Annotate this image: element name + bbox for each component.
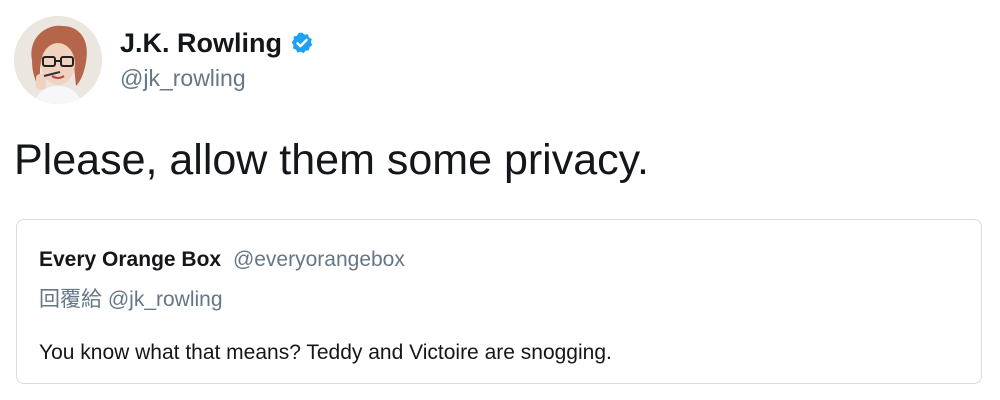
verified-badge-icon [290, 31, 314, 55]
tweet-card: J.K. Rowling @jk_rowling Please, allow t… [0, 0, 1000, 400]
reply-prefix: 回覆給 [39, 288, 102, 311]
quoted-tweet[interactable]: Every Orange Box @everyorangebox 回覆給 @jk… [16, 219, 982, 384]
author-display-name[interactable]: J.K. Rowling [120, 26, 282, 60]
author-names: J.K. Rowling @jk_rowling [120, 26, 314, 92]
author-name-row[interactable]: J.K. Rowling [120, 26, 314, 60]
reply-to-handle[interactable]: @jk_rowling [108, 288, 223, 311]
quoted-author-handle: @everyorangebox [232, 248, 405, 271]
profile-photo-icon [14, 16, 102, 104]
quoted-tweet-text: You know what that means? Teddy and Vict… [39, 341, 612, 364]
tweet-text: Please, allow them some privacy. [14, 136, 649, 184]
author-handle[interactable]: @jk_rowling [120, 64, 314, 92]
quoted-author-name: Every Orange Box [39, 248, 222, 271]
tweet-header: J.K. Rowling @jk_rowling [14, 16, 314, 106]
reply-context: 回覆給 @jk_rowling [39, 287, 223, 313]
author-avatar[interactable] [14, 16, 102, 104]
quoted-tweet-header: Every Orange Box @everyorangebox [39, 247, 405, 273]
